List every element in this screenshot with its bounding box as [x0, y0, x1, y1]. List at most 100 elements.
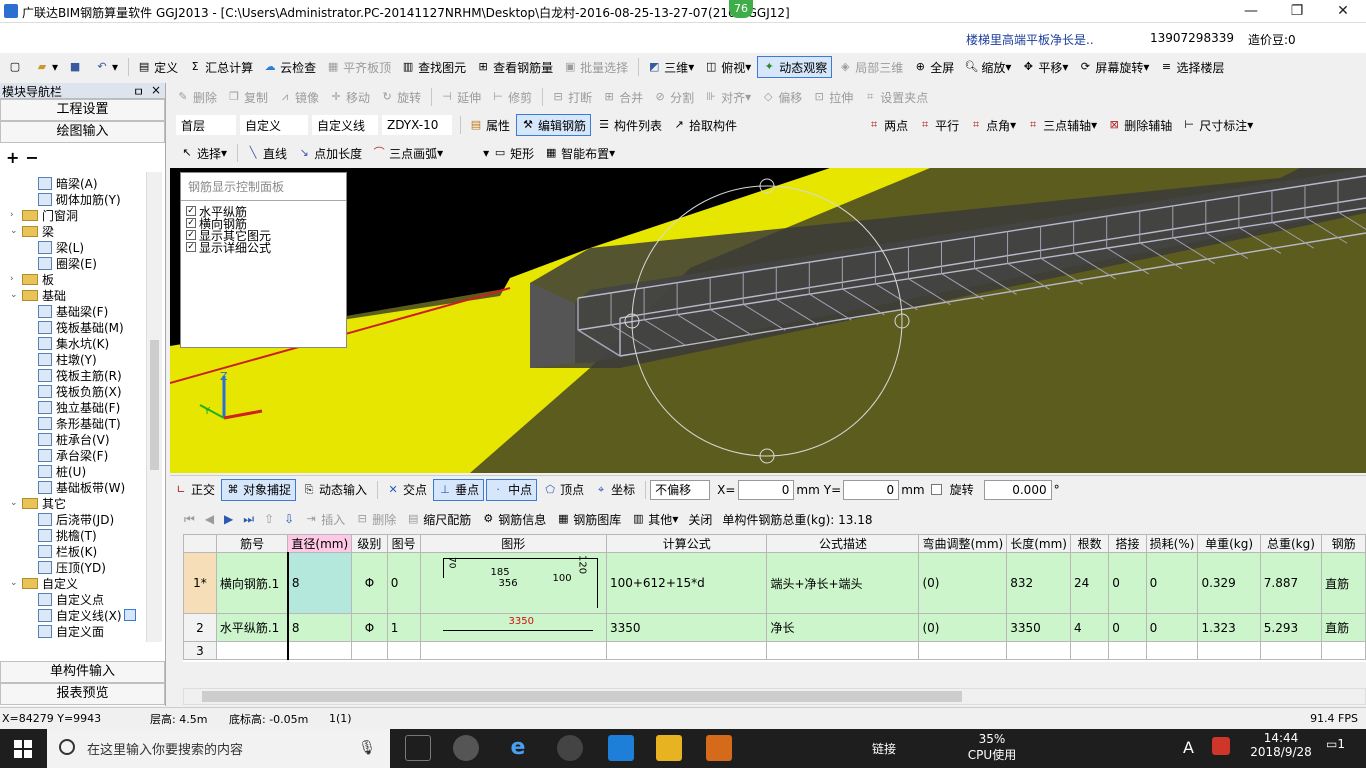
rebar-info-button[interactable]: ⚙ 钢筋信息	[477, 508, 550, 530]
stretch-button[interactable]: ⊡ 拉伸	[808, 86, 857, 108]
pin-icon[interactable]: ㅁ	[133, 83, 144, 100]
tree-item[interactable]: 暗梁(A)	[38, 175, 98, 191]
pdf-app-icon[interactable]	[706, 735, 732, 761]
view-rebar-button[interactable]: ⊞ 查看钢筋量	[472, 56, 557, 78]
col-header[interactable]: 总重(kg)	[1259, 534, 1323, 553]
tree-folder[interactable]: ⌄ 梁	[10, 223, 54, 239]
scale-rebar-button[interactable]: ▤ 缩尺配筋	[402, 508, 475, 530]
three-point-arc-button[interactable]: ⌒ 三点画弧 ▾	[368, 142, 447, 164]
merge-button[interactable]: ⊞ 合并	[598, 86, 647, 108]
tree-item[interactable]: 独立基础(F)	[38, 399, 120, 415]
cell-lap[interactable]: 0	[1108, 613, 1147, 642]
cell-name[interactable]: 水平纵筋.1	[215, 613, 289, 642]
tree-item[interactable]: 柱墩(Y)	[38, 351, 97, 367]
cell-formula[interactable]: 3350	[605, 613, 768, 642]
col-header[interactable]: 损耗(%)	[1145, 534, 1199, 553]
offset-button[interactable]: ◇ 偏移	[757, 86, 806, 108]
element-select[interactable]: ZDYX-10	[382, 115, 452, 135]
edit-rebar-button[interactable]: ⚒ 编辑钢筋	[516, 114, 592, 136]
cell-lap[interactable]: 0	[1108, 552, 1147, 614]
tree-folder[interactable]: ⌄ 其它	[10, 495, 66, 511]
move-down-icon[interactable]: ⇩	[280, 508, 298, 530]
move-button[interactable]: ✛ 移动	[325, 86, 374, 108]
cell-total-weight[interactable]: 5.293	[1259, 613, 1323, 642]
notes-app-icon[interactable]	[656, 735, 682, 761]
new-file-icon[interactable]: ▢	[4, 56, 29, 78]
tree-item[interactable]: 集水坑(K)	[38, 335, 109, 351]
point-angle-axis-button[interactable]: ⌗ 点角 ▾	[965, 114, 1020, 136]
x-input[interactable]: 0	[738, 479, 795, 500]
expand-icon[interactable]: ›	[10, 274, 20, 284]
break-button[interactable]: ⊟ 打断	[547, 86, 596, 108]
task-view-icon[interactable]	[405, 735, 431, 761]
subcategory-select[interactable]: 自定义线	[312, 115, 378, 135]
cell-unit-weight[interactable]: 0.329	[1197, 552, 1261, 614]
offset-mode-select[interactable]: 不偏移	[650, 479, 711, 500]
cell-loss[interactable]: 0	[1145, 613, 1199, 642]
single-element-input-button[interactable]: 单构件输入	[0, 661, 165, 683]
cell-type[interactable]: 直筋	[1321, 552, 1366, 614]
tree-item[interactable]: 桩承台(V)	[38, 431, 110, 447]
cell-total-weight[interactable]: 7.887	[1259, 552, 1323, 614]
select-tool-button[interactable]: ↖ 选择 ▾	[176, 142, 231, 164]
vertex-snap-button[interactable]: ⬠ 顶点	[539, 479, 588, 501]
split-button[interactable]: ⊘ 分割	[649, 86, 698, 108]
glodon-app-icon[interactable]	[608, 735, 634, 761]
cost-beans[interactable]: 造价豆:0	[1248, 31, 1296, 48]
properties-button[interactable]: ▤ 属性	[465, 114, 514, 136]
col-header[interactable]: 级别	[351, 534, 388, 553]
notification-center-icon[interactable]: ▭1	[1326, 737, 1345, 751]
option-show-formula[interactable]: ✓ 显示详细公式	[181, 241, 346, 255]
drawing-input-button[interactable]: 绘图输入	[0, 121, 165, 143]
tree-folder[interactable]: ⌄ 自定义	[10, 575, 78, 591]
expand-icon[interactable]: ›	[10, 210, 20, 220]
col-header[interactable]: 直径(mm)	[287, 534, 353, 553]
open-folder-icon[interactable]: ▰ ▾	[31, 56, 62, 78]
close-button[interactable]: ✕	[1320, 0, 1366, 23]
app-fan-icon[interactable]	[453, 735, 479, 761]
last-row-icon[interactable]: ⏭	[239, 508, 258, 530]
tree-item[interactable]: 圈梁(E)	[38, 255, 97, 271]
cell-diameter[interactable]: 8	[286, 552, 353, 614]
dynamic-input-button[interactable]: ⎘ 动态输入	[298, 479, 371, 501]
insert-button[interactable]: ⇥ 插入	[300, 508, 349, 530]
row-index[interactable]: 3	[183, 641, 217, 660]
dimension-button[interactable]: ⊢ 尺寸标注 ▾	[1178, 114, 1257, 136]
tree-item[interactable]: 自定义线(X)	[38, 607, 136, 623]
expand-icon[interactable]: ⌄	[10, 498, 20, 508]
taskbar-search-input[interactable]: 在这里输入你要搜索的内容 🎙︎	[47, 729, 390, 768]
col-header[interactable]: 钢筋	[1321, 534, 1366, 553]
row-index[interactable]: 1*	[183, 552, 217, 614]
project-settings-button[interactable]: 工程设置	[0, 99, 165, 121]
table-row[interactable]: 1* 横向钢筋.1 8 Φ 0 70 185 356 100 120 100+6…	[183, 552, 1366, 614]
cell-length[interactable]: 832	[1006, 552, 1071, 614]
perpendicular-snap-button[interactable]: ⊥ 垂点	[433, 478, 485, 501]
cell-grade[interactable]: Φ	[351, 613, 388, 642]
table-row[interactable]: 2 水平纵筋.1 8 Φ 1 3350 3350 净长 (0) 3350 4 0…	[183, 613, 1366, 642]
cell-figure-no[interactable]: 0	[386, 552, 421, 614]
tree-item[interactable]: 基础板带(W)	[38, 479, 125, 495]
expand-icon[interactable]: ⌄	[10, 226, 20, 236]
align-slab-top-button[interactable]: ▦ 平齐板顶	[322, 56, 395, 78]
undo-icon[interactable]: ↶ ▾	[91, 56, 122, 78]
top-view-button[interactable]: ◫ 俯视 ▾	[700, 56, 755, 78]
extend-button[interactable]: ⊣ 延伸	[436, 86, 485, 108]
sogou-ime-icon[interactable]	[1212, 737, 1230, 755]
delete-button[interactable]: ✎ 删除	[172, 86, 221, 108]
table-row[interactable]: 3	[183, 641, 1366, 660]
cell-figure-no[interactable]: 1	[386, 613, 421, 642]
tree-folder[interactable]: ⌄ 基础	[10, 287, 66, 303]
move-up-icon[interactable]: ⇧	[260, 508, 278, 530]
two-point-axis-button[interactable]: ⌗ 两点	[863, 114, 912, 136]
prev-row-icon[interactable]: ◀	[201, 508, 218, 530]
tree-item[interactable]: 压顶(YD)	[38, 559, 106, 575]
next-row-icon[interactable]: ▶	[220, 508, 237, 530]
notification-badge[interactable]: 76	[729, 0, 753, 18]
element-list-button[interactable]: ☰ 构件列表	[593, 114, 666, 136]
screen-rotate-button[interactable]: ⟳ 屏幕旋转 ▾	[1074, 56, 1153, 78]
expand-icon[interactable]: ⌄	[10, 578, 20, 588]
tree-item[interactable]: 承台梁(F)	[38, 447, 108, 463]
delete-axis-button[interactable]: ⊠ 删除辅轴	[1103, 114, 1176, 136]
checkbox-icon[interactable]: ✓	[186, 206, 196, 216]
define-button[interactable]: ▤ 定义	[133, 56, 182, 78]
